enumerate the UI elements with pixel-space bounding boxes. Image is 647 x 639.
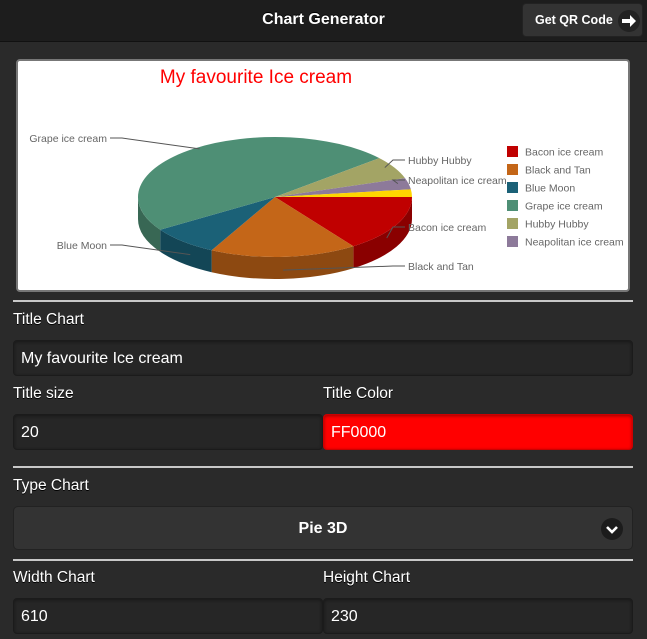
legend-swatch [507,218,518,229]
chevron-down-icon [601,518,623,540]
divider [13,300,633,302]
divider [13,559,633,561]
get-qr-code-label: Get QR Code [535,13,613,27]
legend-swatch [507,200,518,211]
height-chart-input[interactable]: 230 [323,598,633,634]
legend-swatch [507,164,518,175]
divider [13,466,633,468]
title-chart-label: Title Chart [13,311,84,328]
legend-swatch [507,146,518,157]
arrow-right-icon [618,10,640,32]
slice-label: Grape ice cream [29,133,107,145]
get-qr-code-button[interactable]: Get QR Code [522,3,643,37]
slice-label: Blue Moon [57,240,107,252]
width-chart-label: Width Chart [13,569,95,586]
legend-swatch [507,182,518,193]
title-color-label: Title Color [323,385,394,402]
type-chart-label: Type Chart [13,477,89,494]
legend-label: Hubby Hubby [525,219,589,231]
title-chart-input[interactable]: My favourite Ice cream [13,340,633,376]
height-chart-label: Height Chart [323,569,411,586]
legend-label: Blue Moon [525,183,575,195]
width-chart-input[interactable]: 610 [13,598,323,634]
slice-label: Bacon ice cream [408,222,486,234]
legend-swatch [507,236,518,247]
chart-title: My favourite Ice cream [160,67,352,88]
pie-chart: My favourite Ice cream Bacon ice cream Bl… [29,67,624,279]
leader-line [110,137,200,150]
chart-type-value: Pie 3D [298,520,348,537]
legend-label: Neapolitan ice cream [525,237,624,249]
title-size-label: Title size [13,385,74,402]
title-size-input[interactable]: 20 [13,414,323,450]
header-bar: Chart Generator Get QR Code [0,0,647,42]
title-color-input[interactable]: FF0000 [323,414,633,450]
legend-label: Black and Tan [525,165,591,177]
chart-type-select[interactable]: Pie 3D [13,506,633,550]
slice-label: Hubby Hubby [408,155,472,167]
chart-preview: My favourite Ice cream Bacon ice cream Bl… [16,59,630,292]
slice-label: Neapolitan ice cream [408,175,507,187]
slice-label: Black and Tan [408,261,474,273]
legend-label: Grape ice cream [525,201,603,213]
legend-label: Bacon ice cream [525,147,603,159]
